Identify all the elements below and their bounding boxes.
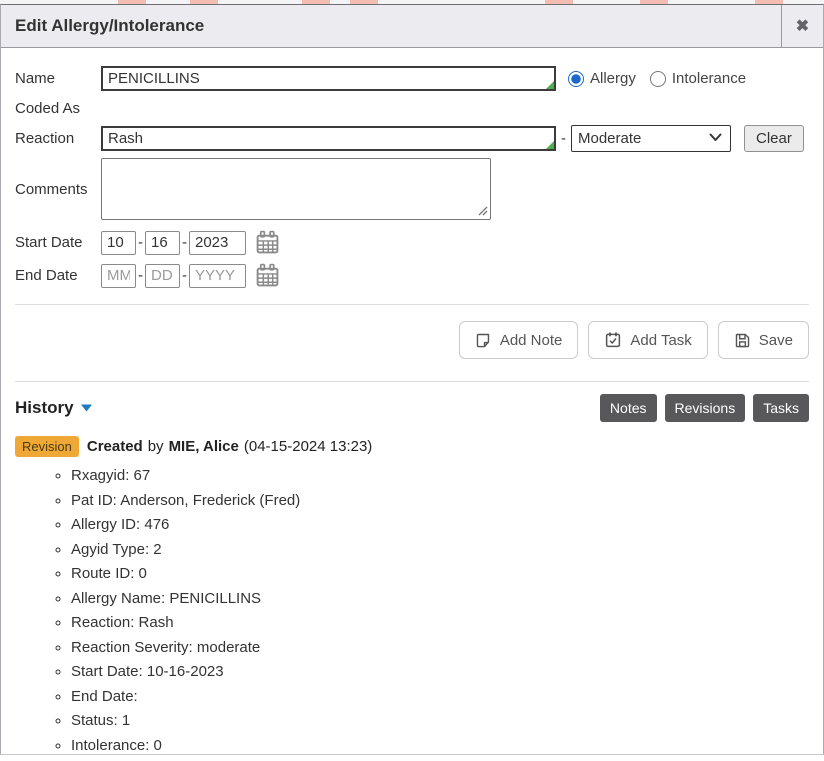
history-filter-buttons: Notes Revisions Tasks <box>600 394 809 422</box>
note-icon <box>475 332 492 349</box>
background-tab <box>350 0 378 4</box>
close-icon: ✖ <box>796 16 809 36</box>
background-page-strip <box>0 0 824 4</box>
dialog-title: Edit Allergy/Intolerance <box>1 5 781 47</box>
end-date-label: End Date <box>15 267 101 284</box>
name-input[interactable] <box>101 66 556 91</box>
name-label: Name <box>15 70 101 87</box>
tasks-button[interactable]: Tasks <box>753 394 809 422</box>
action-button-row: Add Note Add Task Save <box>15 321 809 359</box>
coded-as-label: Coded As <box>15 100 101 117</box>
autocomplete-corner-icon <box>546 81 554 89</box>
background-tab <box>118 0 146 4</box>
revision-entry-header: Revision Created by MIE, Alice (04-15-20… <box>15 436 809 457</box>
revisions-button[interactable]: Revisions <box>665 394 746 422</box>
save-button[interactable]: Save <box>718 321 809 359</box>
separator <box>15 304 809 305</box>
intolerance-radio[interactable] <box>650 71 666 87</box>
reaction-label: Reaction <box>15 130 101 147</box>
add-note-label: Add Note <box>500 332 563 349</box>
calendar-icon <box>255 263 280 288</box>
start-date-label: Start Date <box>15 234 101 251</box>
history-field: Pat ID: Anderson, Frederick (Fred) <box>71 492 809 509</box>
date-separator: - <box>138 267 143 284</box>
reaction-row: Reaction - Moderate Clear <box>15 125 809 152</box>
calendar-icon <box>255 230 280 255</box>
reaction-severity-separator: - <box>561 130 566 147</box>
start-day-input[interactable] <box>145 231 180 255</box>
background-tab <box>545 0 573 4</box>
end-date-row: End Date - - <box>15 263 809 288</box>
start-date-calendar-button[interactable] <box>255 230 280 255</box>
resize-grip-icon[interactable] <box>477 205 488 216</box>
task-calendar-icon <box>604 331 622 349</box>
date-separator: - <box>182 234 187 251</box>
end-date-calendar-button[interactable] <box>255 263 280 288</box>
revision-user: MIE, Alice <box>169 438 239 455</box>
save-label: Save <box>759 332 793 349</box>
date-separator: - <box>138 234 143 251</box>
start-year-input[interactable] <box>189 231 246 255</box>
history-field: Reaction: Rash <box>71 614 809 631</box>
history-toggle[interactable]: History <box>15 398 92 418</box>
revision-badge: Revision <box>15 436 79 457</box>
dialog-titlebar[interactable]: Edit Allergy/Intolerance ✖ <box>1 5 823 48</box>
start-date-row: Start Date - - <box>15 230 809 255</box>
revision-by: by <box>148 438 164 455</box>
end-day-input[interactable] <box>145 264 180 288</box>
history-field: Status: 1 <box>71 712 809 729</box>
separator <box>15 381 809 382</box>
caret-down-icon <box>81 404 92 412</box>
background-tab <box>755 0 783 4</box>
allergy-radio-label[interactable]: Allergy <box>590 70 636 87</box>
comments-textarea[interactable] <box>101 158 491 220</box>
revision-action: Created <box>87 438 143 455</box>
add-task-label: Add Task <box>630 332 691 349</box>
comments-row: Comments <box>15 158 809 220</box>
history-header: History Notes Revisions Tasks <box>15 394 809 422</box>
dialog-content: Name Allergy Intolerance Coded As Reacti… <box>1 48 823 761</box>
close-button[interactable]: ✖ <box>781 5 823 47</box>
notes-button[interactable]: Notes <box>600 394 657 422</box>
history-field: Intolerance: 0 <box>71 737 809 754</box>
allergy-radio[interactable] <box>568 71 584 87</box>
background-tab <box>640 0 668 4</box>
background-tab <box>190 0 218 4</box>
history-field: Rxagyid: 67 <box>71 467 809 484</box>
history-title: History <box>15 398 74 418</box>
history-field: Allergy ID: 476 <box>71 516 809 533</box>
severity-select[interactable]: Moderate <box>571 125 731 152</box>
end-month-input[interactable] <box>101 264 136 288</box>
history-field: Reaction Severity: moderate <box>71 639 809 656</box>
history-field: Allergy Name: PENICILLINS <box>71 590 809 607</box>
name-row: Name Allergy Intolerance <box>15 66 809 91</box>
coded-as-row: Coded As <box>15 97 809 119</box>
start-month-input[interactable] <box>101 231 136 255</box>
save-icon <box>734 332 751 349</box>
add-task-button[interactable]: Add Task <box>588 321 707 359</box>
intolerance-radio-label[interactable]: Intolerance <box>672 70 746 87</box>
type-radio-group: Allergy Intolerance <box>568 70 760 87</box>
history-field: End Date: <box>71 688 809 705</box>
reaction-input[interactable] <box>101 126 556 151</box>
history-field: Agyid Type: 2 <box>71 541 809 558</box>
history-field: Route ID: 0 <box>71 565 809 582</box>
end-year-input[interactable] <box>189 264 246 288</box>
add-note-button[interactable]: Add Note <box>459 321 579 359</box>
clear-button[interactable]: Clear <box>744 125 804 152</box>
history-field: Start Date: 10-16-2023 <box>71 663 809 680</box>
edit-allergy-dialog: Edit Allergy/Intolerance ✖ Name Allergy … <box>0 4 824 755</box>
revision-timestamp: (04-15-2024 13:23) <box>244 438 372 455</box>
background-tab <box>302 0 330 4</box>
comments-label: Comments <box>15 181 101 198</box>
autocomplete-corner-icon <box>546 141 554 149</box>
date-separator: - <box>182 267 187 284</box>
revision-field-list: Rxagyid: 67 Pat ID: Anderson, Frederick … <box>15 467 809 754</box>
